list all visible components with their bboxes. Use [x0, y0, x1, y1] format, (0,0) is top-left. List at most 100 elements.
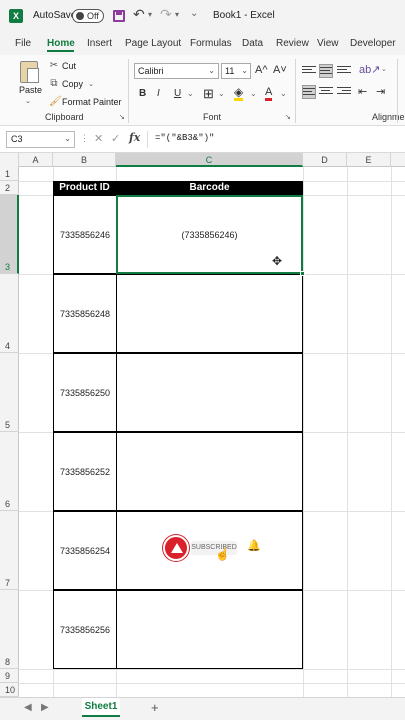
tab-developer[interactable]: Developer	[350, 38, 396, 49]
tab-home[interactable]: Home	[47, 38, 75, 49]
title-bar: X AutoSave Off ↶ ▾ ↷ ▾ ⌄ Book1 - Excel	[0, 0, 405, 33]
fill-handle[interactable]	[300, 271, 305, 276]
tab-data[interactable]: Data	[242, 38, 263, 49]
sheet-next-icon[interactable]: ▶	[41, 702, 49, 713]
barcode-cell[interactable]	[116, 590, 303, 669]
name-box[interactable]: C3 ⌄	[6, 131, 75, 148]
align-center-icon[interactable]	[319, 85, 333, 99]
spreadsheet-grid[interactable]: A B C D E 1 2 3 4 5 6 7 8 9 10 Product I…	[0, 153, 405, 697]
redo-dropdown-icon[interactable]: ▾	[175, 10, 179, 19]
row-header-4[interactable]: 4	[0, 274, 19, 353]
shrink-font-button[interactable]: A˅	[273, 64, 287, 76]
subscribe-button[interactable]: SUBSCRIBED	[191, 541, 237, 555]
header-product-id[interactable]: Product ID	[53, 181, 116, 195]
column-header-e[interactable]: E	[347, 153, 391, 167]
decrease-indent-icon[interactable]: ⇤	[358, 85, 367, 98]
column-header-d[interactable]: D	[303, 153, 347, 167]
row-header-9[interactable]: 9	[0, 669, 19, 683]
bell-icon[interactable]: 🔔	[247, 539, 261, 552]
formula-divider	[147, 131, 148, 148]
active-tab-indicator	[47, 50, 74, 52]
cancel-icon[interactable]: ✕	[94, 132, 103, 145]
chevron-down-icon: ⌄	[208, 66, 215, 75]
font-color-button[interactable]: A	[265, 86, 273, 101]
fill-color-dropdown-icon[interactable]: ⌄	[250, 89, 257, 98]
row-header-7[interactable]: 7	[0, 511, 19, 590]
orientation-dropdown-icon[interactable]: ⌄	[381, 65, 387, 73]
font-launcher-icon[interactable]: ↘	[285, 113, 291, 121]
tab-view[interactable]: View	[317, 38, 339, 49]
undo-icon[interactable]: ↶	[133, 6, 145, 23]
save-icon[interactable]	[113, 10, 125, 22]
name-box-value: C3	[11, 134, 23, 144]
font-size-select[interactable]: 11 ⌄	[221, 63, 251, 79]
font-color-dropdown-icon[interactable]: ⌄	[280, 89, 287, 98]
row-header-2[interactable]: 2	[0, 181, 19, 195]
align-bottom-icon[interactable]	[337, 64, 351, 78]
paste-button-label[interactable]: Paste	[19, 85, 42, 95]
barcode-cell[interactable]	[116, 274, 303, 353]
add-sheet-button[interactable]: +	[151, 700, 159, 715]
tab-page-layout[interactable]: Page Layout	[125, 38, 181, 49]
copy-button[interactable]: ⧉ Copy ⌄	[49, 78, 96, 89]
align-top-icon[interactable]	[302, 64, 316, 78]
product-id-cell[interactable]: 7335856252	[53, 432, 117, 511]
customize-toolbar-icon[interactable]: ⌄	[190, 8, 198, 19]
more-options-icon[interactable]: ⋮	[80, 133, 89, 144]
row-header-10[interactable]: 10	[0, 683, 19, 697]
row-header-3[interactable]: 3	[0, 195, 19, 274]
header-barcode[interactable]: Barcode	[116, 181, 303, 195]
cut-button[interactable]: ✂ Cut	[49, 60, 76, 71]
product-id-cell[interactable]: 7335856246	[53, 195, 117, 274]
redo-icon[interactable]: ↷	[160, 6, 172, 23]
autosave-toggle[interactable]: Off	[72, 9, 104, 23]
italic-button[interactable]: I	[157, 88, 160, 99]
row-header-1[interactable]: 1	[0, 167, 19, 181]
barcode-cell[interactable]	[116, 432, 303, 511]
row-header-8[interactable]: 8	[0, 590, 19, 669]
underline-dropdown-icon[interactable]: ⌄	[187, 89, 194, 98]
align-middle-icon[interactable]	[319, 64, 333, 78]
tab-insert[interactable]: Insert	[87, 38, 112, 49]
subscribe-overlay[interactable]: SUBSCRIBED ☝ 🔔	[163, 535, 263, 561]
borders-icon[interactable]: ⊞	[203, 86, 214, 102]
enter-icon[interactable]: ✓	[111, 132, 120, 145]
column-header-c[interactable]: C	[116, 153, 303, 167]
sheet-prev-icon[interactable]: ◀	[24, 702, 32, 713]
ribbon: Paste ⌄ ✂ Cut ⧉ Copy ⌄ 🖌 Format Painter …	[0, 55, 405, 126]
column-header-a[interactable]: A	[19, 153, 53, 167]
underline-button[interactable]: U	[174, 88, 181, 99]
column-headers: A B C D E	[0, 153, 405, 167]
paste-dropdown-icon[interactable]: ⌄	[25, 97, 31, 105]
row-header-6[interactable]: 6	[0, 432, 19, 511]
sheet-tabs-bar: ◀ ▶ Sheet1 +	[0, 697, 405, 720]
undo-dropdown-icon[interactable]: ▾	[148, 10, 152, 19]
product-id-cell[interactable]: 7335856250	[53, 353, 117, 432]
format-painter-button[interactable]: 🖌 Format Painter	[49, 96, 122, 107]
grow-font-button[interactable]: A^	[255, 64, 268, 76]
tab-formulas[interactable]: Formulas	[190, 38, 232, 49]
copy-dropdown-icon[interactable]: ⌄	[86, 80, 96, 88]
column-header-b[interactable]: B	[53, 153, 116, 167]
barcode-cell[interactable]	[116, 353, 303, 432]
increase-indent-icon[interactable]: ⇥	[376, 85, 385, 98]
tab-review[interactable]: Review	[276, 38, 309, 49]
orientation-icon[interactable]: ab↗	[359, 63, 380, 76]
borders-dropdown-icon[interactable]: ⌄	[218, 89, 225, 98]
select-all-corner[interactable]	[0, 153, 19, 167]
font-name-select[interactable]: Calibri ⌄	[134, 63, 219, 79]
tab-file[interactable]: File	[15, 38, 31, 49]
fill-color-icon[interactable]: ◈	[234, 86, 244, 101]
product-id-cell[interactable]: 7335856256	[53, 590, 117, 669]
bold-button[interactable]: B	[139, 88, 146, 99]
align-right-icon[interactable]	[337, 85, 351, 99]
row-header-5[interactable]: 5	[0, 353, 19, 432]
product-id-cell[interactable]: 7335856254	[53, 511, 117, 590]
insert-function-icon[interactable]: fx	[129, 131, 140, 144]
clipboard-launcher-icon[interactable]: ↘	[119, 113, 125, 121]
align-left-icon[interactable]	[302, 85, 316, 99]
sheet-tab-sheet1[interactable]: Sheet1	[82, 698, 120, 717]
paste-icon[interactable]	[20, 61, 39, 83]
product-id-cell[interactable]: 7335856248	[53, 274, 117, 353]
formula-input[interactable]: ="("&B3&")"	[155, 133, 214, 143]
